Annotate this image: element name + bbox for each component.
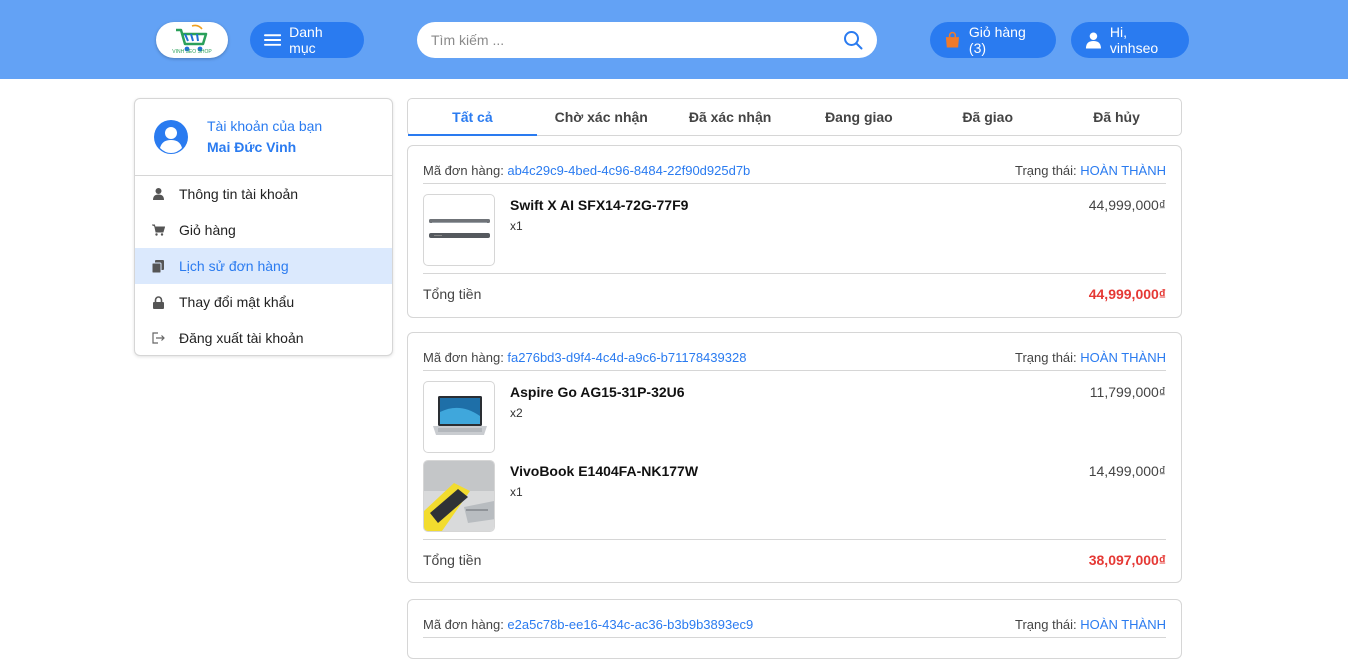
search-icon[interactable]: [843, 30, 863, 50]
order-status-tabs: Tất cả Chờ xác nhận Đã xác nhận Đang gia…: [407, 98, 1182, 136]
order-header: Mã đơn hàng: fa276bd3-d9f4-4c4d-a9c6-b71…: [423, 333, 1166, 371]
lock-icon: [151, 295, 165, 309]
order-total-label: Tổng tiền: [423, 552, 482, 568]
shopping-bag-icon: [945, 31, 960, 48]
order-status-label: Trạng thái:: [1015, 617, 1081, 632]
order-header: Mã đơn hàng: ab4c29c9-4bed-4c96-8484-22f…: [423, 146, 1166, 184]
order-status-value: HOÀN THÀNH: [1080, 350, 1166, 365]
search-input[interactable]: [417, 22, 837, 58]
category-menu-button[interactable]: Danh mục: [250, 22, 364, 58]
order-status-label: Trạng thái:: [1015, 163, 1081, 178]
account-summary: Tài khoản của bạn Mai Đức Vinh: [135, 99, 392, 176]
user-icon: [151, 187, 165, 201]
order-id-label: Mã đơn hàng:: [423, 163, 508, 178]
product-price: 14,499,000₫: [1088, 463, 1166, 479]
product-thumbnail[interactable]: [423, 381, 495, 453]
order-status-value: HOÀN THÀNH: [1080, 617, 1166, 632]
order-id: Mã đơn hàng: e2a5c78b-ee16-434c-ac36-b3b…: [423, 617, 753, 632]
search-bar: [417, 22, 877, 58]
product-quantity: x2: [510, 406, 523, 420]
cart-button[interactable]: Giỏ hàng (3): [930, 22, 1056, 58]
user-icon: [1085, 32, 1101, 49]
order-total-label: Tổng tiền: [423, 286, 482, 302]
hamburger-icon: [264, 34, 282, 46]
logout-icon: [151, 331, 165, 345]
product-quantity: x1: [510, 219, 523, 233]
order-id-value: e2a5c78b-ee16-434c-ac36-b3b9b3893ec9: [507, 617, 754, 632]
tab-shipping[interactable]: Đang giao: [794, 99, 923, 135]
sidebar-item-cart[interactable]: Giỏ hàng: [135, 212, 392, 248]
logo-text: VINH SEO SHOP: [172, 49, 212, 55]
sidebar-item-label: Thông tin tài khoản: [179, 186, 299, 202]
sidebar-item-logout[interactable]: Đăng xuất tài khoản: [135, 320, 392, 355]
order-total: 44,999,000₫: [1088, 286, 1166, 302]
account-name: Mai Đức Vinh: [207, 139, 297, 155]
user-account-button[interactable]: Hi, vinhseo: [1071, 22, 1189, 58]
avatar-icon: [154, 120, 188, 154]
order-id-label: Mã đơn hàng:: [423, 350, 508, 365]
order-footer: Tổng tiền 38,097,000₫: [423, 539, 1166, 583]
order-status: Trạng thái: HOÀN THÀNH: [1015, 350, 1166, 365]
order-item[interactable]: Swift X AI SFX14-72G-77F9 x1 44,999,000₫: [423, 194, 1166, 266]
sidebar-item-label: Thay đổi mật khẩu: [179, 294, 295, 310]
order-id-value: ab4c29c9-4bed-4c96-8484-22f90d925d7b: [507, 163, 751, 178]
laptop-image: [424, 461, 494, 531]
order-item[interactable]: VivoBook E1404FA-NK177W x1 14,499,000₫: [423, 460, 1166, 532]
product-thumbnail[interactable]: [423, 460, 495, 532]
product-name[interactable]: Swift X AI SFX14-72G-77F9: [510, 197, 688, 213]
order-card: Mã đơn hàng: e2a5c78b-ee16-434c-ac36-b3b…: [407, 599, 1182, 659]
product-price: 11,799,000₫: [1089, 384, 1166, 400]
laptop-image: [429, 219, 490, 238]
tab-cancelled[interactable]: Đã hủy: [1052, 99, 1181, 135]
order-status: Trạng thái: HOÀN THÀNH: [1015, 617, 1166, 632]
site-header: VINH SEO SHOP Danh mục Giỏ hàng (3) Hi, …: [0, 0, 1348, 79]
product-price: 44,999,000₫: [1088, 197, 1166, 213]
sidebar-item-order-history[interactable]: Lịch sử đơn hàng: [135, 248, 392, 284]
order-footer: Tổng tiền 44,999,000₫: [423, 273, 1166, 317]
product-name[interactable]: Aspire Go AG15-31P-32U6: [510, 384, 685, 400]
account-sidebar: Tài khoản của bạn Mai Đức Vinh Thông tin…: [134, 98, 393, 356]
tab-all[interactable]: Tất cả: [408, 99, 537, 136]
account-title: Tài khoản của bạn: [207, 118, 323, 134]
laptop-image: [433, 396, 487, 435]
order-item[interactable]: Aspire Go AG15-31P-32U6 x2 11,799,000₫: [423, 381, 1166, 453]
sidebar-item-account-info[interactable]: Thông tin tài khoản: [135, 176, 392, 212]
order-id-label: Mã đơn hàng:: [423, 617, 508, 632]
cart-label: Giỏ hàng (3): [968, 24, 1026, 56]
order-status: Trạng thái: HOÀN THÀNH: [1015, 163, 1166, 178]
sidebar-item-label: Lịch sử đơn hàng: [179, 258, 289, 274]
order-card: Mã đơn hàng: ab4c29c9-4bed-4c96-8484-22f…: [407, 145, 1182, 318]
tab-delivered[interactable]: Đã giao: [923, 99, 1052, 135]
order-id: Mã đơn hàng: ab4c29c9-4bed-4c96-8484-22f…: [423, 163, 750, 178]
category-menu-label: Danh mục: [289, 24, 323, 56]
order-header: Mã đơn hàng: e2a5c78b-ee16-434c-ac36-b3b…: [423, 600, 1166, 638]
order-id: Mã đơn hàng: fa276bd3-d9f4-4c4d-a9c6-b71…: [423, 350, 746, 365]
product-name[interactable]: VivoBook E1404FA-NK177W: [510, 463, 698, 479]
tab-confirmed[interactable]: Đã xác nhận: [666, 99, 795, 135]
product-thumbnail[interactable]: [423, 194, 495, 266]
tab-pending[interactable]: Chờ xác nhận: [537, 99, 666, 135]
order-status-value: HOÀN THÀNH: [1080, 163, 1166, 178]
order-total: 38,097,000₫: [1088, 552, 1166, 568]
order-id-value: fa276bd3-d9f4-4c4d-a9c6-b71178439328: [507, 350, 747, 365]
product-quantity: x1: [510, 485, 523, 499]
sidebar-item-label: Đăng xuất tài khoản: [179, 330, 304, 346]
sidebar-item-change-password[interactable]: Thay đổi mật khẩu: [135, 284, 392, 320]
cart-icon: [151, 223, 165, 237]
user-greeting: Hi, vinhseo: [1109, 24, 1159, 56]
history-icon: [151, 259, 165, 273]
sidebar-item-label: Giỏ hàng: [179, 222, 236, 238]
order-status-label: Trạng thái:: [1015, 350, 1081, 365]
order-card: Mã đơn hàng: fa276bd3-d9f4-4c4d-a9c6-b71…: [407, 332, 1182, 583]
shop-logo[interactable]: VINH SEO SHOP: [156, 22, 228, 58]
